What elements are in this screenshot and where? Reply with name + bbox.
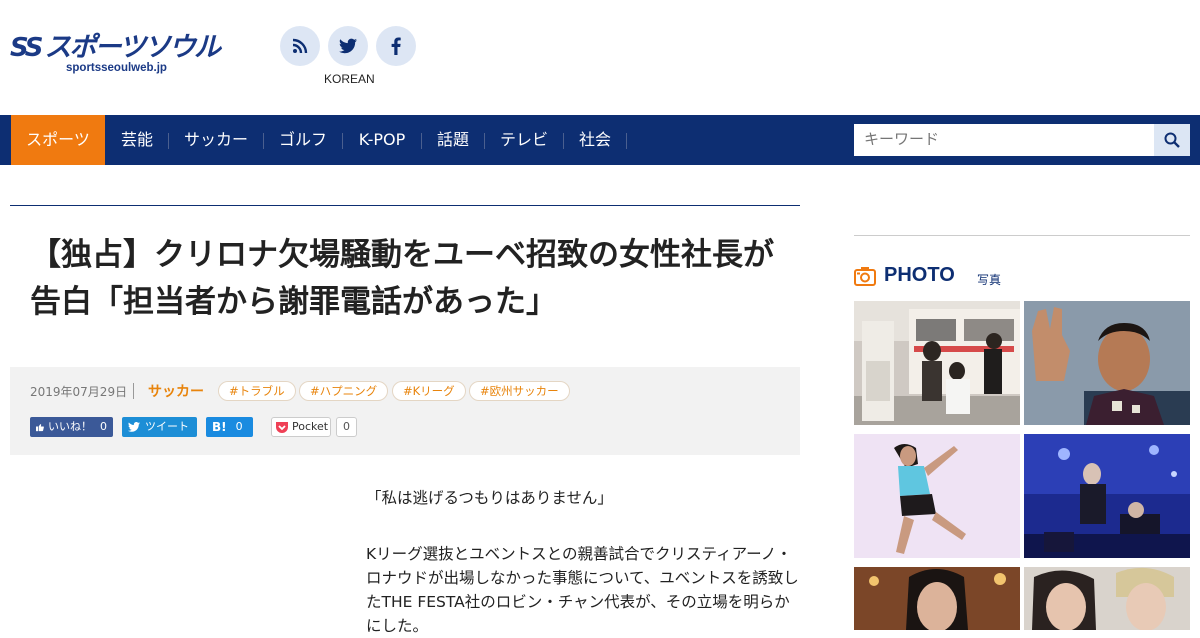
photo-thumbnail[interactable] [1024, 301, 1190, 425]
search-icon [1164, 132, 1180, 148]
pocket-button[interactable]: Pocket [271, 417, 331, 437]
photo-thumbnail[interactable] [854, 301, 1020, 425]
search-button[interactable] [1154, 124, 1190, 156]
twitter-icon [339, 38, 357, 54]
korean-link[interactable]: KOREAN [324, 72, 375, 86]
logo-text: スポーツソウル [44, 32, 221, 63]
photo-woman-portrait [854, 567, 1020, 630]
pocket-icon [276, 421, 288, 433]
search-input[interactable] [854, 124, 1154, 156]
site-logo[interactable]: SS スポーツソウル sportsseoulweb.jp [10, 32, 240, 78]
camera-icon [854, 267, 876, 286]
like-label: いいね！ [48, 420, 92, 433]
hatena-icon: B! [212, 420, 227, 434]
twitter-icon [128, 422, 140, 432]
photo-stage-performance [1024, 434, 1190, 558]
tweet-label: ツイート [145, 420, 189, 433]
tag-happening[interactable]: #ハプニング [299, 381, 389, 401]
photo-thumbnail[interactable] [1024, 567, 1190, 630]
photo-selfie-pair [1024, 567, 1190, 630]
article-top-rule [10, 205, 800, 206]
article-title: 【独占】クリロナ欠場騒動をユーベ招致の女性社長が告白「担当者から謝罪電話があった… [30, 237, 774, 320]
photo-subheading: 写真 [977, 273, 1002, 287]
thumbs-up-icon [36, 423, 44, 431]
tag-european-soccer[interactable]: #欧州サッカー [469, 381, 570, 401]
nav-separator [626, 133, 627, 149]
photo-heading: PHOTO [884, 264, 955, 286]
logo-ss-mark: SS [10, 33, 43, 63]
like-count: 0 [100, 420, 107, 433]
article-date: 2019年07月29日 [30, 385, 128, 399]
photo-thumbnail[interactable] [854, 434, 1020, 558]
pocket-count: 0 [336, 417, 357, 437]
facebook-icon [391, 37, 401, 55]
article-paragraph: 「私は逃げるつもりはありません」 [366, 489, 613, 507]
nav-item-soccer[interactable]: サッカー [169, 115, 263, 165]
nav-item-tv[interactable]: テレビ [485, 115, 563, 165]
pocket-label: Pocket [292, 420, 329, 433]
tag-kleague[interactable]: #Kリーグ [392, 381, 466, 401]
rss-button[interactable] [280, 26, 320, 66]
nav-item-topics[interactable]: 話題 [422, 115, 484, 165]
nav-item-entertainment[interactable]: 芸能 [106, 115, 168, 165]
article-category[interactable]: サッカー [148, 381, 204, 401]
meta-separator [133, 383, 134, 399]
photo-thumbnail[interactable] [1024, 434, 1190, 558]
logo-domain: sportsseoulweb.jp [66, 62, 167, 74]
nav-item-sports[interactable]: スポーツ [11, 115, 105, 165]
rss-icon [292, 38, 308, 54]
photo-woman-blue-top [854, 434, 1020, 558]
tag-trouble[interactable]: #トラブル [218, 381, 296, 401]
article-paragraph: Kリーグ選抜とユベントスとの親善試合でクリスティアーノ・ロナウドが出場しなかった… [366, 545, 799, 635]
hatena-bookmark-button[interactable]: B! 0 [206, 417, 253, 437]
photo-food-truck-scene [854, 301, 1020, 425]
facebook-like-button[interactable]: いいね！ 0 [30, 417, 113, 437]
photo-thumbnail[interactable] [854, 567, 1020, 630]
sidebar-rule [854, 235, 1190, 236]
nav-item-society[interactable]: 社会 [564, 115, 626, 165]
twitter-button[interactable] [328, 26, 368, 66]
nav-item-kpop[interactable]: K-POP [343, 115, 421, 165]
tweet-button[interactable]: ツイート [122, 417, 197, 437]
facebook-button[interactable] [376, 26, 416, 66]
photo-waving-man [1024, 301, 1190, 425]
nav-item-golf[interactable]: ゴルフ [264, 115, 342, 165]
hatena-count: 0 [235, 420, 243, 433]
